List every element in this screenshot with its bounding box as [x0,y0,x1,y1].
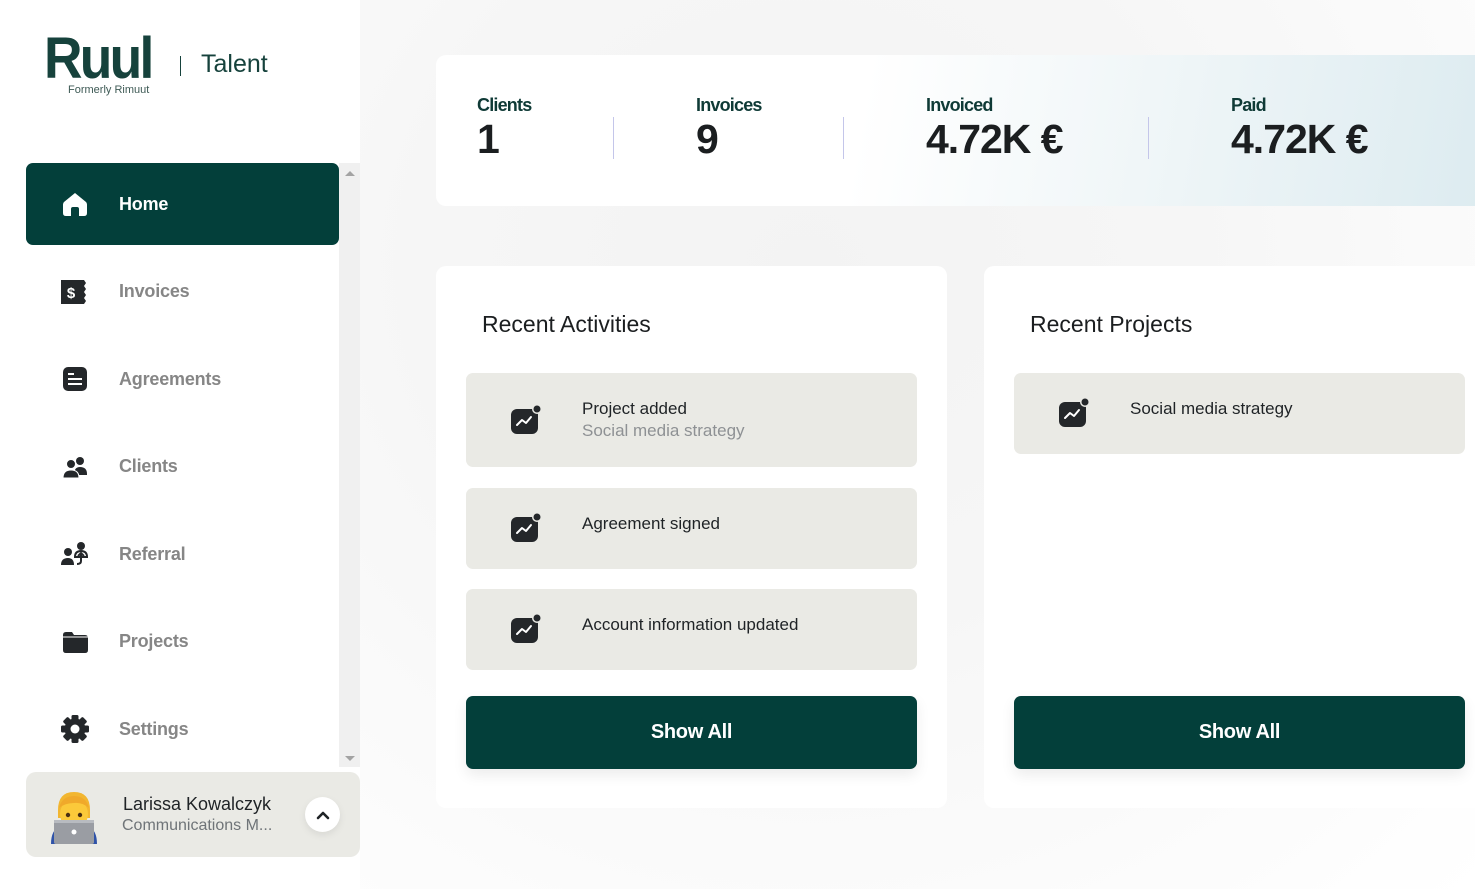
brand[interactable]: Ruul Formerly Rimuut Talent [44,30,268,98]
users-icon [60,452,90,482]
document-icon [60,364,90,394]
avatar [48,788,100,844]
stat-value: 9 [696,116,719,162]
stat-value: 1 [477,116,500,162]
gear-icon [60,714,90,744]
stat-divider [613,117,614,159]
svg-text:$: $ [67,285,76,302]
show-all-projects-button[interactable]: Show All [1014,696,1465,769]
user-name: Larissa Kowalczyk [123,794,272,814]
activity-title: Agreement signed [582,514,720,533]
sidebar-item-label: Home [119,193,169,214]
project-item[interactable]: Social media strategy [1014,373,1465,454]
sidebar-item-settings[interactable]: Settings [26,688,339,770]
stats-summary-card: Clients 1 Invoices 9 Invoiced 4.72K € Pa… [436,55,1475,206]
sidebar-scrollbar[interactable] [339,163,360,767]
panel-title: Recent Projects [1030,311,1193,337]
activity-chart-icon [509,404,542,436]
panel-title: Recent Activities [482,311,651,337]
activity-title: Project added [582,399,687,418]
scroll-down-arrow-icon[interactable] [345,756,355,761]
folder-icon [60,627,90,657]
stat-divider [843,117,844,159]
brand-product: Talent [201,50,268,78]
referral-icon [60,539,90,569]
scroll-up-arrow-icon[interactable] [345,171,355,176]
user-menu-toggle-button[interactable] [305,797,340,832]
stat-value: 4.72K € [1231,116,1369,162]
brand-logo: Ruul [44,26,154,91]
sidebar-item-referral[interactable]: Referral [26,513,339,595]
brand-tagline: Formerly Rimuut [68,84,150,96]
sidebar-item-agreements[interactable]: Agreements [26,338,339,420]
sidebar-item-label: Referral [119,543,186,564]
stat-value: 4.72K € [926,116,1064,162]
main-content: Clients 1 Invoices 9 Invoiced 4.72K € Pa… [360,0,1475,889]
sidebar-item-label: Projects [119,631,189,651]
stat-paid[interactable]: Paid 4.72K € [1231,95,1369,162]
activity-chart-icon [509,512,542,544]
activity-item[interactable]: Project added Social media strategy [466,373,917,467]
user-role: Communications M... [122,817,273,834]
brand-logo-wrap: Ruul Formerly Rimuut [44,30,162,98]
activity-chart-icon [1057,397,1090,429]
nav-list: Home $ Invoices Agreements Clients Refer… [26,163,339,776]
stat-invoiced[interactable]: Invoiced 4.72K € [926,95,1064,162]
sidebar-item-invoices[interactable]: $ Invoices [26,251,339,333]
sidebar-item-home[interactable]: Home [26,163,339,245]
sidebar-item-label: Invoices [119,281,190,301]
sidebar-item-projects[interactable]: Projects [26,601,339,683]
stat-label: Invoices [696,95,762,115]
activity-subtitle: Social media strategy [582,421,745,440]
activity-item[interactable]: Account information updated [466,589,917,670]
stat-divider [1148,117,1149,159]
stat-invoices[interactable]: Invoices 9 [696,95,762,162]
stat-clients[interactable]: Clients 1 [477,95,532,162]
recent-activities-panel: Recent Activities Project added Social m… [436,266,947,808]
sidebar-item-label: Clients [119,456,178,476]
project-title: Social media strategy [1130,399,1293,418]
stat-label: Invoiced [926,95,993,115]
user-profile-card[interactable]: Larissa Kowalczyk Communications M... [26,772,360,857]
sidebar-item-clients[interactable]: Clients [26,426,339,508]
invoice-icon: $ [60,277,90,307]
brand-separator [180,56,181,76]
app: Ruul Formerly Rimuut Talent Home $ Invoi… [0,0,1475,889]
recent-projects-panel: Recent Projects Social media strategy Sh… [984,266,1475,808]
activity-title: Account information updated [582,615,799,634]
activity-chart-icon [509,613,542,645]
sidebar-item-label: Settings [119,718,189,739]
sidebar: Ruul Formerly Rimuut Talent Home $ Invoi… [0,0,360,889]
sidebar-nav: Home $ Invoices Agreements Clients Refer… [26,163,360,767]
stat-label: Paid [1231,95,1267,115]
stat-label: Clients [477,95,532,115]
chevron-up-icon [316,811,329,819]
activity-item[interactable]: Agreement signed [466,488,917,569]
home-icon [60,189,90,219]
show-all-activities-button[interactable]: Show All [466,696,917,769]
sidebar-item-label: Agreements [119,368,222,389]
